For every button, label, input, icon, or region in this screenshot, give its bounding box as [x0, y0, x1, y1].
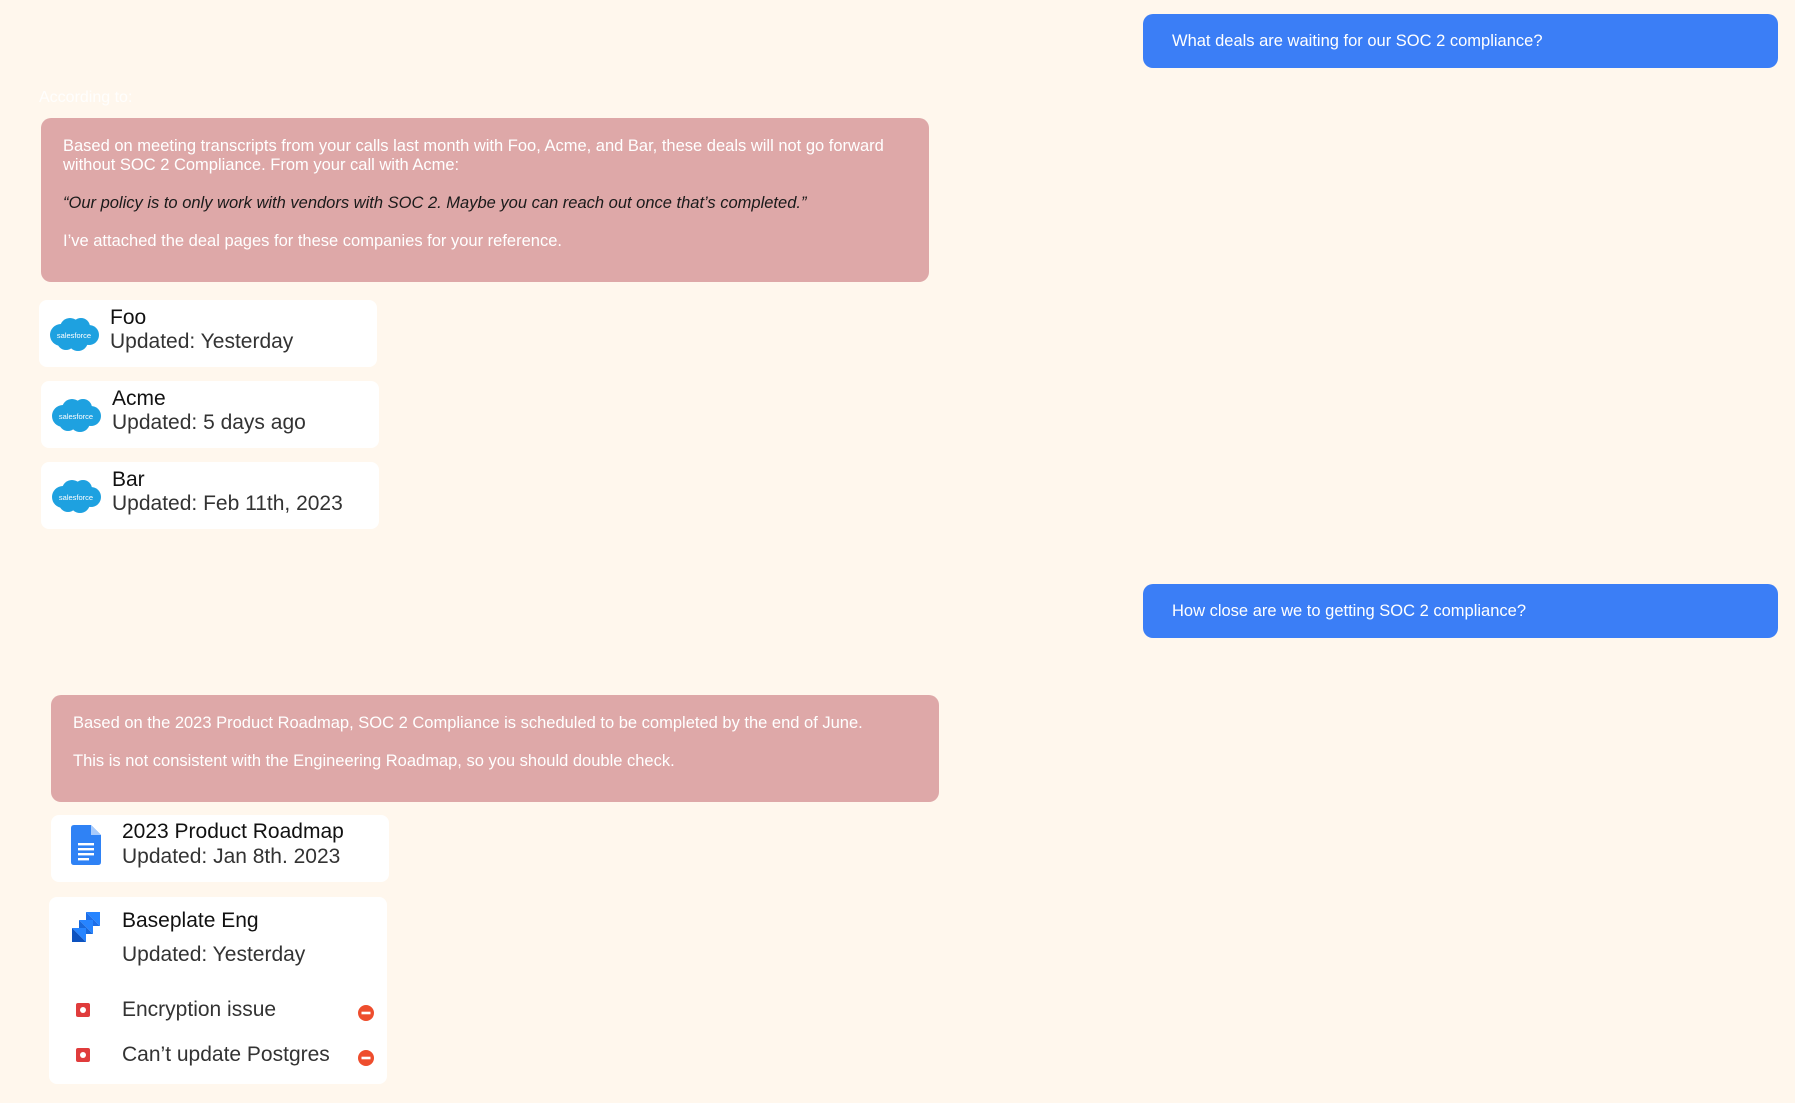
jira-issue-label: Can’t update Postgres: [122, 1043, 330, 1066]
assistant-quote: “Our policy is to only work with vendors…: [63, 194, 807, 212]
assistant-paragraph: I’ve attached the deal pages for these c…: [63, 232, 562, 250]
assistant-message-deals: Based on meeting transcripts from your c…: [41, 118, 929, 282]
jira-issue-label: Encryption issue: [122, 998, 277, 1021]
deal-name: Foo: [110, 306, 147, 329]
deal-card-foo[interactable]: salesforce Foo Updated: Yesterday: [39, 300, 377, 367]
salesforce-icon: salesforce: [52, 480, 101, 513]
user-message-soc2-deals: What deals are waiting for our SOC 2 com…: [1143, 14, 1778, 68]
doc-title: 2023 Product Roadmap: [122, 820, 344, 843]
salesforce-logo-text: salesforce: [59, 493, 93, 502]
doc-updated: Updated: Jan 8th. 2023: [122, 845, 341, 868]
deal-updated: Updated: 5 days ago: [112, 411, 306, 434]
blocker-icon: [358, 1005, 374, 1021]
doc-card-product-roadmap[interactable]: 2023 Product Roadmap Updated: Jan 8th. 2…: [51, 815, 389, 882]
bug-icon: [76, 1048, 90, 1062]
deal-updated: Updated: Yesterday: [110, 330, 294, 353]
google-docs-icon: [71, 825, 101, 865]
jira-card-baseplate-eng[interactable]: Baseplate Eng Updated: Yesterday Encrypt…: [49, 897, 387, 1084]
jira-board-updated: Updated: Yesterday: [122, 943, 306, 966]
assistant-paragraph: Based on the 2023 Product Roadmap, SOC 2…: [73, 714, 863, 732]
deal-updated: Updated: Feb 11th, 2023: [112, 492, 343, 515]
assistant-message-roadmap: Based on the 2023 Product Roadmap, SOC 2…: [51, 695, 939, 802]
user-message-soc2-progress: How close are we to getting SOC 2 compli…: [1143, 584, 1778, 638]
deal-name: Bar: [112, 468, 145, 491]
assistant-paragraph: Based on meeting transcripts from your c…: [63, 137, 884, 174]
deal-card-acme[interactable]: salesforce Acme Updated: 5 days ago: [41, 381, 379, 448]
deal-name: Acme: [112, 387, 166, 410]
user-message-text: What deals are waiting for our SOC 2 com…: [1172, 32, 1543, 50]
bug-icon: [76, 1003, 90, 1017]
salesforce-icon: salesforce: [50, 318, 99, 351]
blocker-icon: [358, 1050, 374, 1066]
jira-board-title: Baseplate Eng: [122, 909, 259, 932]
deal-card-bar[interactable]: salesforce Bar Updated: Feb 11th, 2023: [41, 462, 379, 529]
jira-icon: [72, 912, 100, 942]
chat-canvas: What deals are waiting for our SOC 2 com…: [0, 0, 1795, 1103]
assistant-paragraph: This is not consistent with the Engineer…: [73, 752, 675, 770]
salesforce-logo-text: salesforce: [57, 331, 91, 340]
salesforce-icon: salesforce: [52, 399, 101, 432]
salesforce-logo-text: salesforce: [59, 412, 93, 421]
according-to-label: According to:: [39, 89, 133, 106]
user-message-text: How close are we to getting SOC 2 compli…: [1172, 602, 1527, 620]
